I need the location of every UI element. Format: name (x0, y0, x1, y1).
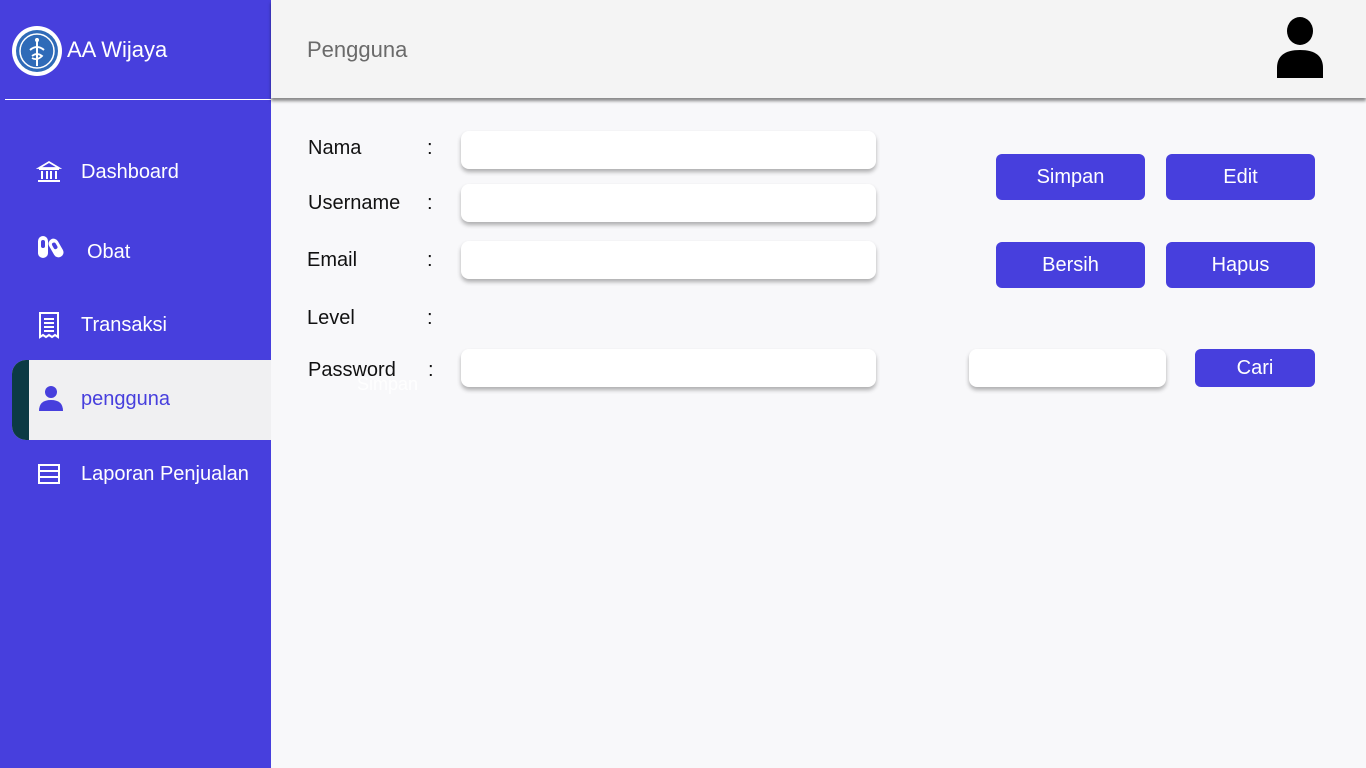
label-level: Level (307, 307, 355, 329)
pills-icon (36, 233, 64, 259)
sidebar-item-label: Obat (87, 241, 131, 263)
brand: AA Wijaya (0, 0, 271, 100)
colon: : (427, 192, 433, 214)
colon: : (428, 359, 434, 381)
header: Pengguna (271, 0, 1366, 98)
hapus-button[interactable]: Hapus (1166, 242, 1315, 288)
label-username: Username (308, 192, 401, 214)
bersih-button[interactable]: Bersih (996, 242, 1145, 288)
sidebar-item-laporan-penjualan[interactable]: Laporan Penjualan (0, 444, 271, 504)
cari-button[interactable]: Cari (1195, 349, 1315, 387)
password-input[interactable] (461, 349, 876, 387)
search-input[interactable] (969, 349, 1166, 387)
user-icon (38, 385, 64, 411)
label-password: Password (308, 359, 396, 381)
sidebar-item-transaksi[interactable]: Transaksi (0, 295, 271, 355)
sidebar-item-label: Dashboard (81, 161, 179, 183)
email-input[interactable] (461, 241, 876, 279)
colon: : (427, 137, 433, 159)
bank-icon (35, 159, 63, 185)
page-title: Pengguna (307, 37, 408, 62)
user-avatar-icon[interactable] (1275, 16, 1325, 78)
receipt-icon (37, 311, 63, 339)
label-email: Email (307, 249, 358, 271)
caduceus-logo-icon (12, 26, 62, 76)
sidebar-item-pengguna[interactable]: pengguna (12, 360, 271, 440)
colon: : (427, 307, 433, 329)
simpan-button[interactable]: Simpan (996, 154, 1145, 200)
edit-button[interactable]: Edit (1166, 154, 1315, 200)
sidebar-item-label: Laporan Penjualan (81, 463, 249, 485)
sidebar-divider (5, 99, 271, 100)
label-nama: Nama (308, 137, 362, 159)
sidebar-item-obat[interactable]: Obat (0, 220, 271, 280)
sidebar: AA Wijaya Dashboard Obat Transaksi pengg… (0, 0, 271, 768)
username-input[interactable] (461, 184, 876, 222)
sidebar-item-dashboard[interactable]: Dashboard (0, 142, 271, 202)
brand-name: AA Wijaya (67, 37, 168, 62)
colon: : (427, 249, 433, 271)
nama-input[interactable] (461, 131, 876, 169)
sidebar-item-label: Transaksi (81, 314, 167, 336)
report-icon (37, 462, 63, 488)
sidebar-item-label: pengguna (81, 388, 170, 410)
active-indicator (12, 360, 29, 440)
